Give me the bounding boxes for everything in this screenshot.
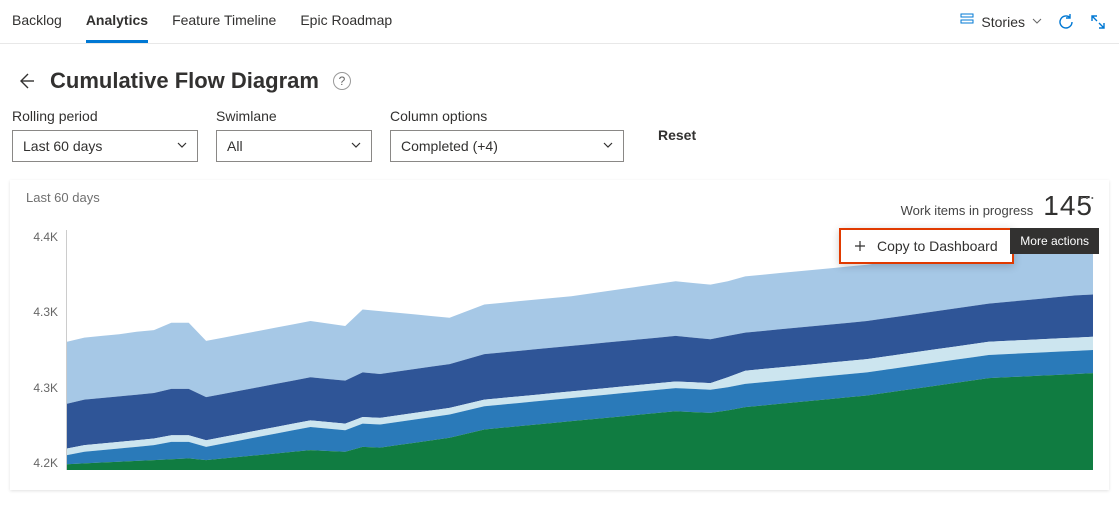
column-options-select[interactable]: Completed (+4) bbox=[390, 130, 624, 162]
y-tick: 4.3K bbox=[26, 381, 58, 395]
y-tick: 4.2K bbox=[26, 456, 58, 470]
reset-button[interactable]: Reset bbox=[648, 121, 706, 149]
page-header: Cumulative Flow Diagram ? bbox=[0, 44, 1119, 108]
filter-rolling-period: Rolling period Last 60 days bbox=[12, 108, 198, 162]
chart-area: 4.4K 4.3K 4.3K 4.2K bbox=[26, 230, 1093, 470]
y-tick: 4.4K bbox=[26, 230, 58, 244]
area-chart-svg bbox=[67, 230, 1093, 470]
help-icon[interactable]: ? bbox=[333, 72, 351, 90]
chevron-down-icon bbox=[601, 138, 615, 155]
plot bbox=[66, 230, 1093, 470]
stories-label: Stories bbox=[981, 14, 1025, 30]
filter-column-options: Column options Completed (+4) bbox=[390, 108, 624, 162]
menu-item-copy-to-dashboard[interactable]: Copy to Dashboard bbox=[841, 230, 1012, 262]
stories-selector[interactable]: Stories bbox=[959, 12, 1043, 31]
rolling-period-select[interactable]: Last 60 days bbox=[12, 130, 198, 162]
wip-summary: Work items in progress 145 bbox=[901, 190, 1093, 222]
filter-label: Swimlane bbox=[216, 108, 372, 124]
back-button[interactable] bbox=[16, 71, 36, 91]
page-title: Cumulative Flow Diagram bbox=[50, 68, 319, 94]
top-right-actions: Stories bbox=[959, 12, 1107, 31]
more-actions-tooltip: More actions bbox=[1010, 228, 1099, 254]
card-subtitle: Last 60 days bbox=[26, 190, 100, 205]
select-value: Last 60 days bbox=[23, 138, 102, 154]
menu-item-label: Copy to Dashboard bbox=[877, 238, 998, 254]
filter-swimlane: Swimlane All bbox=[216, 108, 372, 162]
card-header: Last 60 days Work items in progress 145 bbox=[26, 190, 1093, 222]
tab-epic-roadmap[interactable]: Epic Roadmap bbox=[300, 0, 392, 43]
fullscreen-button[interactable] bbox=[1089, 13, 1107, 31]
swimlane-select[interactable]: All bbox=[216, 130, 372, 162]
tab-list: Backlog Analytics Feature Timeline Epic … bbox=[12, 0, 392, 43]
stories-icon bbox=[959, 12, 975, 31]
filter-label: Rolling period bbox=[12, 108, 198, 124]
y-tick: 4.3K bbox=[26, 305, 58, 319]
tab-analytics[interactable]: Analytics bbox=[86, 0, 148, 43]
filters-row: Rolling period Last 60 days Swimlane All… bbox=[0, 108, 1119, 180]
plus-icon bbox=[853, 239, 867, 253]
chevron-down-icon bbox=[349, 138, 363, 155]
more-actions-button[interactable]: ⋯ bbox=[1073, 186, 1101, 210]
filter-label: Column options bbox=[390, 108, 624, 124]
tab-feature-timeline[interactable]: Feature Timeline bbox=[172, 0, 276, 43]
refresh-button[interactable] bbox=[1057, 13, 1075, 31]
chevron-down-icon bbox=[1031, 14, 1043, 30]
chart-card: ⋯ Last 60 days Work items in progress 14… bbox=[10, 180, 1109, 490]
y-axis: 4.4K 4.3K 4.3K 4.2K bbox=[26, 230, 66, 470]
select-value: Completed (+4) bbox=[401, 138, 498, 154]
select-value: All bbox=[227, 138, 243, 154]
wip-label: Work items in progress bbox=[901, 203, 1034, 218]
chevron-down-icon bbox=[175, 138, 189, 155]
top-navigation: Backlog Analytics Feature Timeline Epic … bbox=[0, 0, 1119, 44]
tab-backlog[interactable]: Backlog bbox=[12, 0, 62, 43]
context-menu: Copy to Dashboard bbox=[839, 228, 1014, 264]
